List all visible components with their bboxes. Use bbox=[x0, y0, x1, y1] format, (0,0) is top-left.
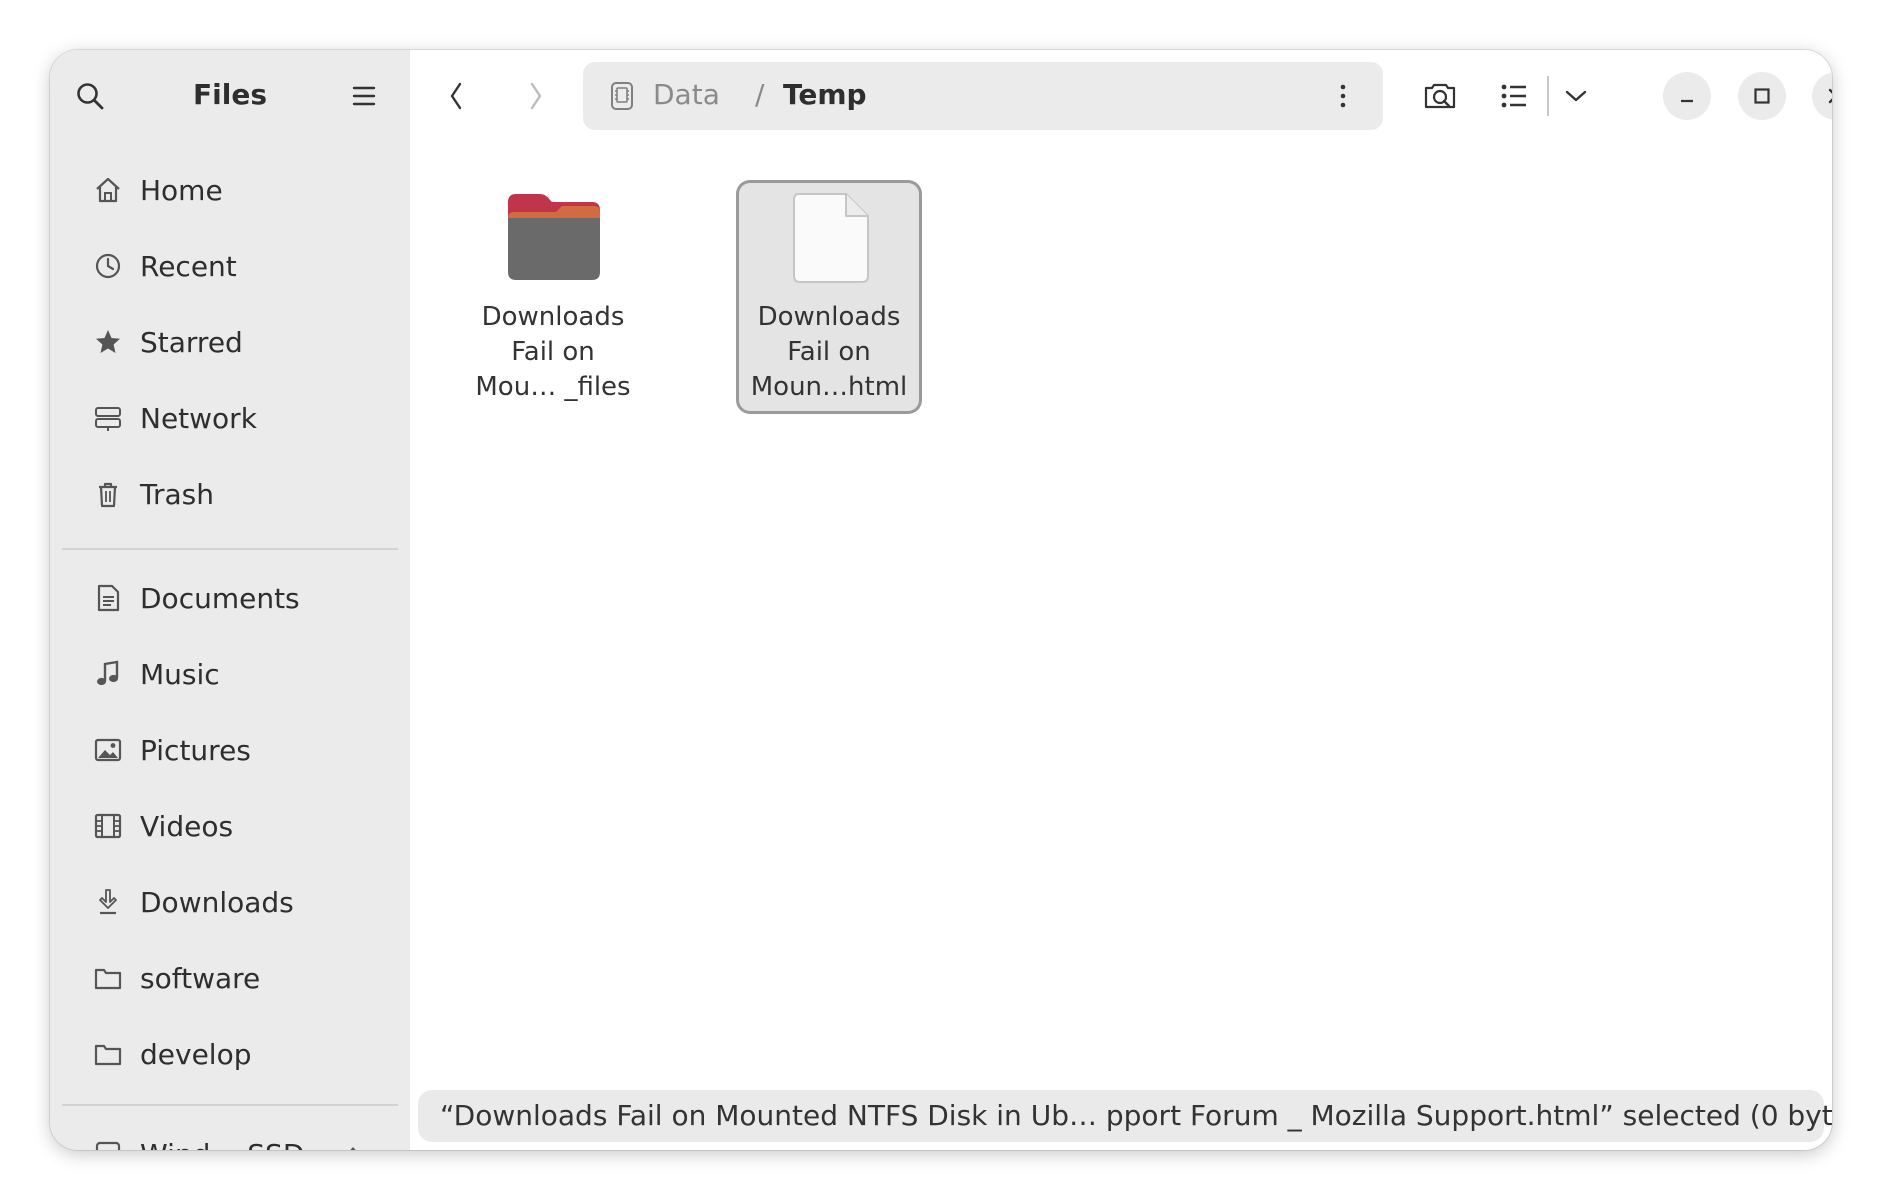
sidebar-item-label: Videos bbox=[140, 809, 234, 843]
search-button[interactable] bbox=[66, 72, 114, 120]
file-name: Downloads Fail on Mou… _files bbox=[475, 302, 631, 402]
file-item-folder[interactable]: Downloads Fail on Mou… _files bbox=[460, 180, 646, 414]
chevron-right-icon bbox=[530, 82, 542, 110]
document-icon bbox=[792, 192, 870, 288]
sidebar-item-windows-ssd[interactable]: Wind… SSD bbox=[62, 1122, 398, 1150]
file-name: Downloads Fail on Moun…html bbox=[750, 302, 908, 402]
clock-icon bbox=[90, 248, 126, 284]
places-list: Home Recent Starred Network Trash bbox=[62, 158, 398, 538]
sidebar-item-label: Starred bbox=[140, 325, 243, 359]
maximize-button[interactable] bbox=[1738, 72, 1786, 120]
video-icon bbox=[90, 808, 126, 844]
app-title: Files bbox=[193, 78, 267, 111]
eject-icon[interactable] bbox=[342, 1138, 364, 1150]
sidebar-item-recent[interactable]: Recent bbox=[62, 234, 398, 298]
home-icon bbox=[90, 172, 126, 208]
back-button[interactable] bbox=[432, 72, 480, 120]
sidebar-item-label: Music bbox=[140, 657, 220, 691]
main-menu-button[interactable] bbox=[340, 72, 388, 120]
sidebar: Files Home Recent Starred Network Trash … bbox=[50, 50, 411, 1150]
sidebar-item-label: Trash bbox=[140, 477, 214, 511]
sidebar-item-trash[interactable]: Trash bbox=[62, 462, 398, 526]
search-folder-icon bbox=[1424, 83, 1456, 109]
sidebar-item-label: Home bbox=[140, 173, 223, 207]
main-content: Data / Temp Downloads Fail on Mou… _file… bbox=[410, 50, 1832, 1150]
minimize-button[interactable] bbox=[1663, 72, 1711, 120]
sidebar-item-label: Wind… SSD bbox=[140, 1138, 304, 1151]
network-icon bbox=[90, 400, 126, 436]
more-options-icon[interactable] bbox=[1339, 82, 1347, 114]
sidebar-item-label: Pictures bbox=[140, 733, 251, 767]
sidebar-item-label: Documents bbox=[140, 581, 300, 615]
chevron-left-icon bbox=[450, 82, 462, 110]
breadcrumb-data[interactable]: Data bbox=[653, 78, 720, 111]
search-in-folder-button[interactable] bbox=[1416, 72, 1464, 120]
status-bar: “Downloads Fail on Mounted NTFS Disk in … bbox=[418, 1090, 1832, 1142]
sidebar-item-network[interactable]: Network bbox=[62, 386, 398, 450]
drive-icon bbox=[609, 81, 635, 115]
sidebar-item-label: develop bbox=[140, 1037, 252, 1071]
folder-icon bbox=[90, 960, 126, 996]
sidebar-header: Files bbox=[50, 50, 410, 142]
toolbar-divider bbox=[1547, 76, 1549, 116]
picture-icon bbox=[90, 732, 126, 768]
close-button[interactable] bbox=[1812, 72, 1832, 120]
chevron-down-icon bbox=[1565, 90, 1587, 102]
sidebar-item-documents[interactable]: Documents bbox=[62, 566, 398, 630]
music-icon bbox=[90, 656, 126, 692]
folder-icon bbox=[506, 192, 602, 286]
breadcrumb-temp[interactable]: Temp bbox=[783, 78, 867, 111]
files-window: Files Home Recent Starred Network Trash … bbox=[50, 50, 1832, 1150]
maximize-icon bbox=[1754, 88, 1770, 104]
document-icon bbox=[90, 580, 126, 616]
sidebar-item-starred[interactable]: Starred bbox=[62, 310, 398, 374]
sidebar-item-videos[interactable]: Videos bbox=[62, 794, 398, 858]
sidebar-separator bbox=[62, 548, 398, 550]
sidebar-item-home[interactable]: Home bbox=[62, 158, 398, 222]
hamburger-menu-icon bbox=[352, 86, 376, 106]
sidebar-item-label: software bbox=[140, 961, 261, 995]
sidebar-item-music[interactable]: Music bbox=[62, 642, 398, 706]
sidebar-item-downloads[interactable]: Downloads bbox=[62, 870, 398, 934]
download-icon bbox=[90, 884, 126, 920]
sidebar-item-pictures[interactable]: Pictures bbox=[62, 718, 398, 782]
forward-button[interactable] bbox=[512, 72, 560, 120]
list-view-icon bbox=[1501, 84, 1526, 108]
minimize-icon bbox=[1681, 99, 1693, 103]
bookmarks-list: Documents Music Pictures Videos Download… bbox=[62, 566, 398, 1098]
sidebar-item-label: Network bbox=[140, 401, 257, 435]
folder-icon bbox=[90, 1036, 126, 1072]
sidebar-item-label: Downloads bbox=[140, 885, 294, 919]
breadcrumb-separator: / bbox=[755, 78, 765, 111]
trash-icon bbox=[90, 476, 126, 512]
sidebar-item-develop[interactable]: develop bbox=[62, 1022, 398, 1086]
drives-list: Wind… SSD bbox=[62, 1122, 398, 1150]
sidebar-separator bbox=[62, 1104, 398, 1106]
star-icon bbox=[90, 324, 126, 360]
path-bar[interactable]: Data / Temp bbox=[583, 62, 1383, 130]
file-item-html[interactable]: Downloads Fail on Moun…html bbox=[736, 180, 922, 414]
sidebar-item-software[interactable]: software bbox=[62, 946, 398, 1010]
view-list-button[interactable] bbox=[1490, 72, 1538, 120]
drive-icon bbox=[90, 1136, 126, 1150]
search-icon bbox=[77, 83, 104, 110]
view-options-dropdown[interactable] bbox=[1552, 72, 1600, 120]
sidebar-item-label: Recent bbox=[140, 249, 237, 283]
close-icon bbox=[1828, 88, 1832, 104]
